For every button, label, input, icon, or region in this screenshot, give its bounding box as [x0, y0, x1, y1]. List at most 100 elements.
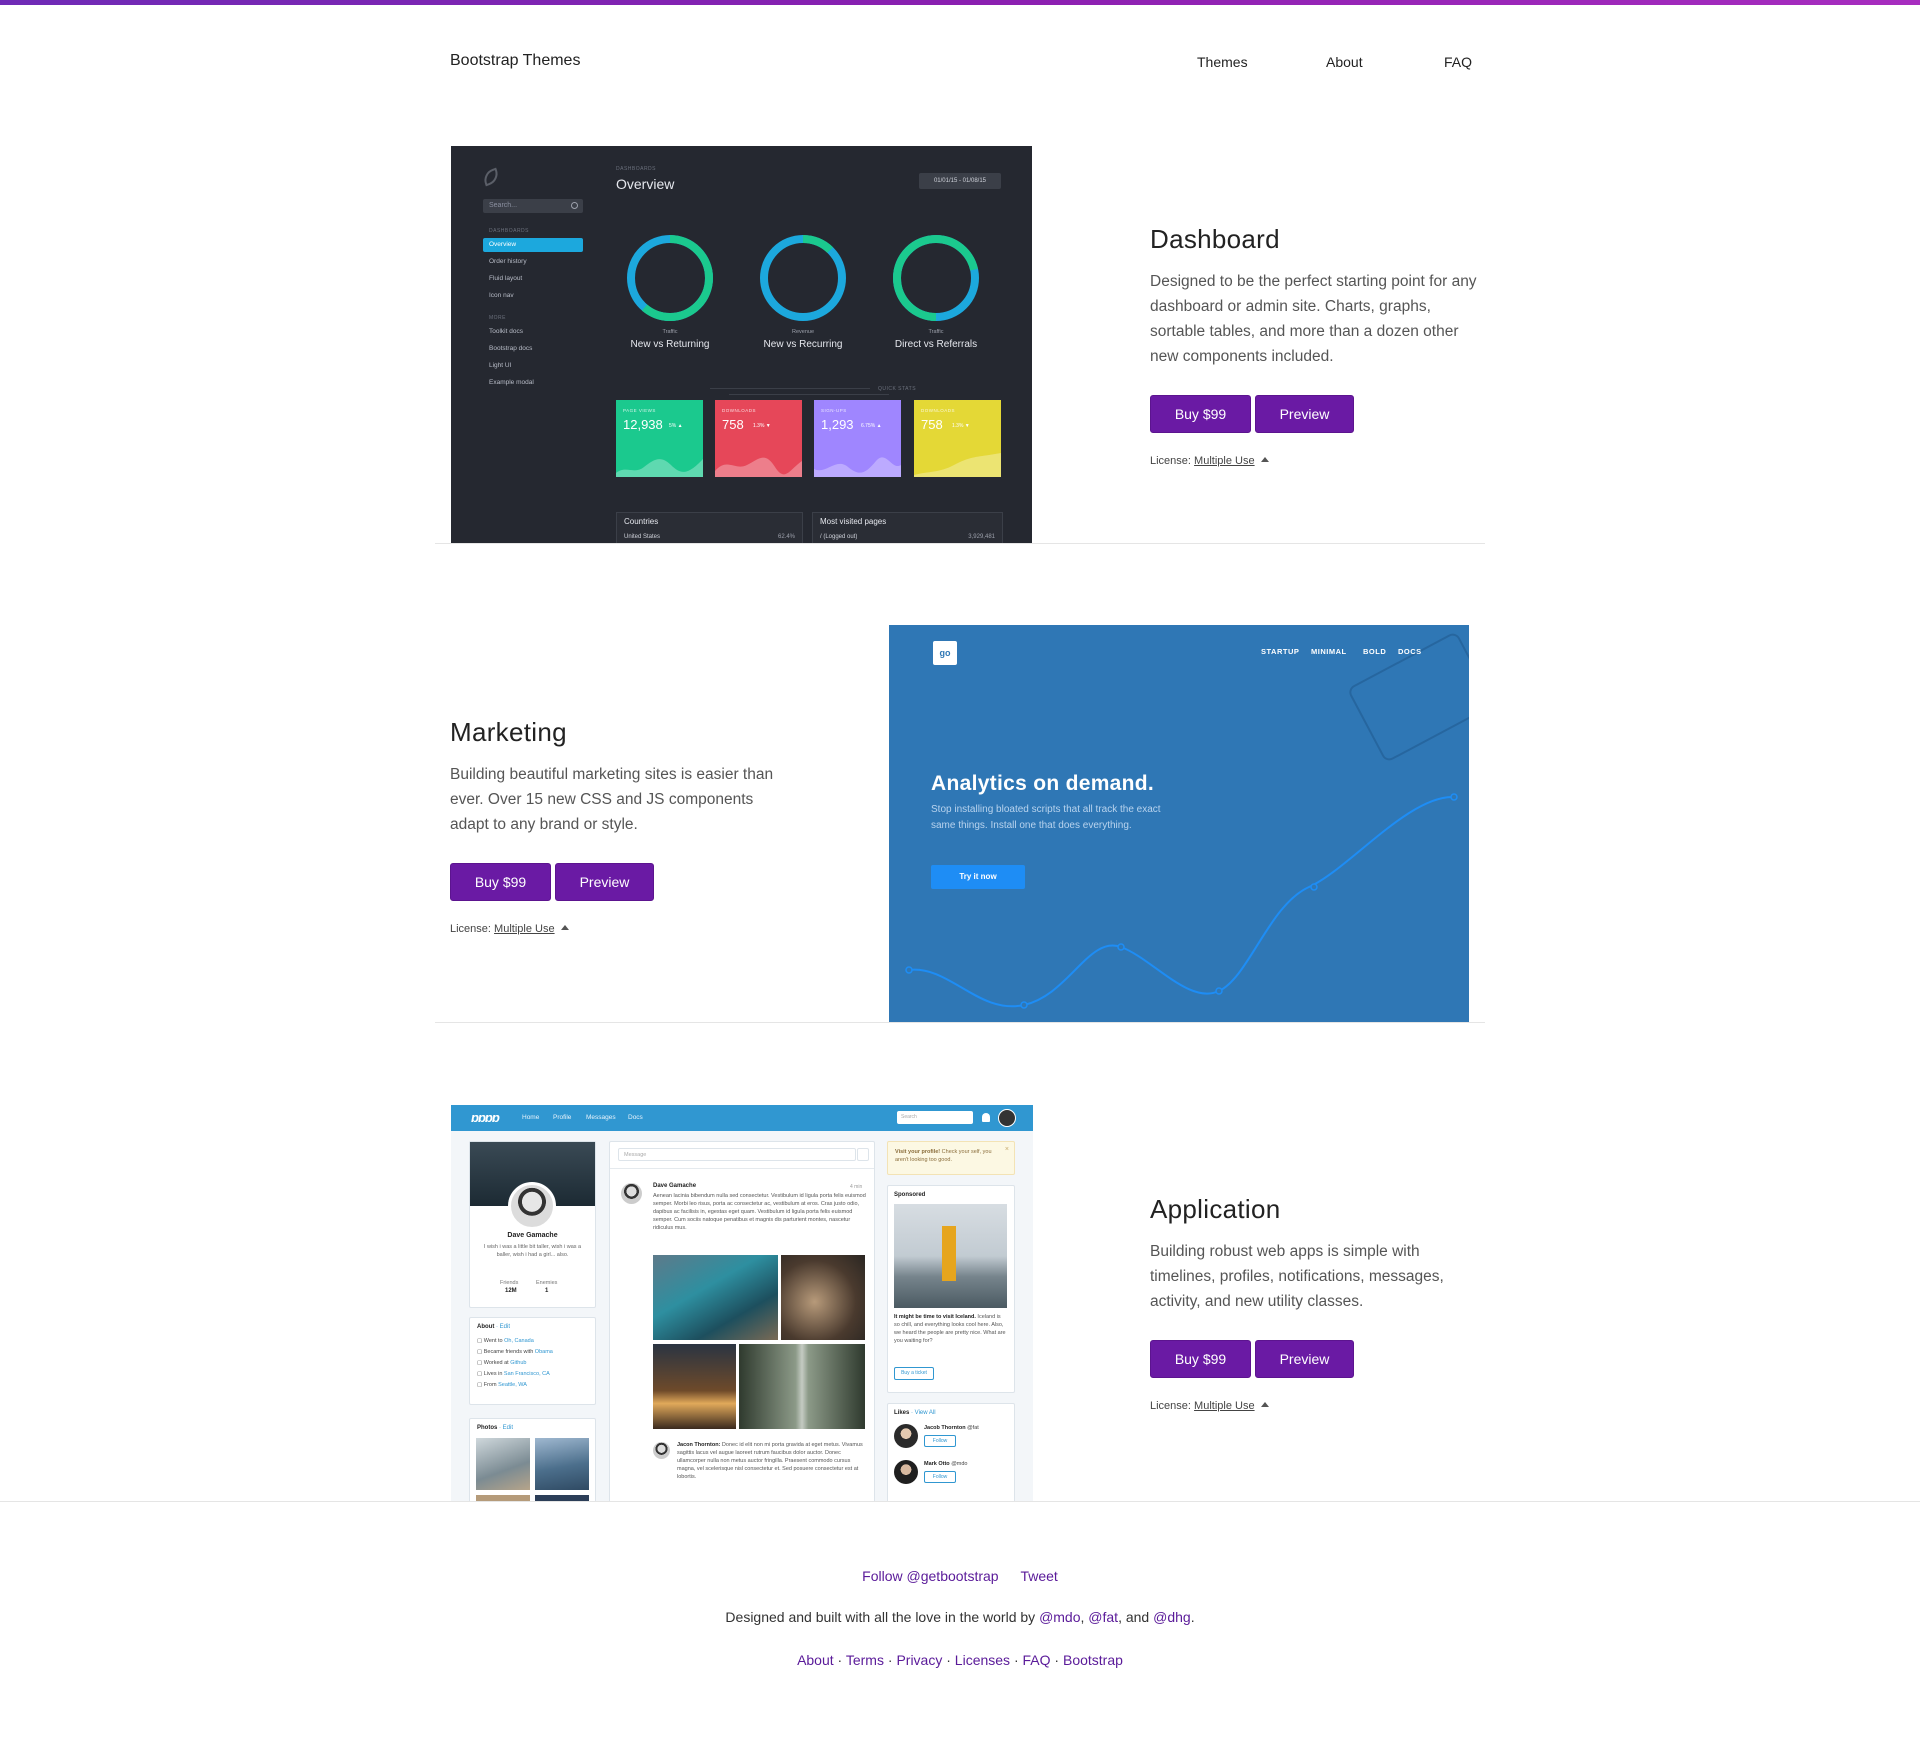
post-author: Dave Gamache: [653, 1183, 697, 1189]
preview-button-marketing[interactable]: Preview: [555, 863, 654, 901]
donut-chart-direct-vs-referrals: [893, 235, 979, 321]
follow-button-jacob: Follow: [924, 1435, 956, 1447]
friends-value: 12M: [505, 1288, 517, 1294]
theme-title-dashboard: Dashboard: [1150, 224, 1280, 254]
footer-link-faq[interactable]: FAQ: [1023, 1652, 1051, 1668]
donut-sub-3: Traffic: [928, 329, 944, 335]
profile-bio: I wish i was a little bit taller, wish i…: [483, 1244, 582, 1258]
follow-button-mark: Follow: [924, 1471, 956, 1483]
footer-link-privacy[interactable]: Privacy: [896, 1652, 942, 1668]
section-divider: [435, 1022, 1485, 1023]
caret-up-icon[interactable]: [1260, 457, 1269, 462]
post-avatar: [621, 1183, 642, 1204]
bell-icon: [982, 1113, 990, 1122]
date-range: 01/01/15 - 01/08/15: [919, 173, 1001, 189]
feed-divider: [610, 1168, 874, 1169]
photo-thumb: [535, 1438, 589, 1490]
buy-button-marketing[interactable]: Buy $99: [450, 863, 551, 901]
sidebar-item-light-ui: Light UI: [489, 362, 512, 369]
stat-card-sign-ups: SIGN-UPS 1,293 6.75% ▲: [814, 400, 901, 477]
follow-link[interactable]: Follow @getbootstrap: [862, 1568, 998, 1584]
enemies-value: 1: [545, 1288, 549, 1294]
app-nav-docs: Docs: [628, 1114, 643, 1121]
fat-link[interactable]: @fat: [1088, 1609, 1118, 1625]
footer-link-bootstrap[interactable]: Bootstrap: [1063, 1652, 1123, 1668]
profile-alert: Visit your profile! Check your self, you…: [887, 1141, 1015, 1175]
caret-up-icon[interactable]: [560, 925, 569, 930]
buy-button-application[interactable]: Buy $99: [1150, 1340, 1251, 1378]
photo-thumb: [476, 1438, 530, 1490]
preview-button-application[interactable]: Preview: [1255, 1340, 1354, 1378]
license-application: License: Multiple Use: [1150, 1400, 1480, 1412]
sidebar-heading-more: MORE: [489, 315, 506, 321]
app-nav-messages: Messages: [586, 1114, 616, 1121]
tweet-link[interactable]: Tweet: [1020, 1568, 1057, 1584]
brand-link[interactable]: Bootstrap Themes: [450, 52, 580, 70]
dhg-link[interactable]: @dhg: [1153, 1609, 1191, 1625]
application-preview-image[interactable]: ɒɒɒɒ Home Profile Messages Docs Search D…: [451, 1105, 1033, 1501]
donut-label-3: Direct vs Referrals: [894, 339, 978, 350]
sidebar-item-fluid-layout: Fluid layout: [489, 275, 523, 282]
app-logo: ɒɒɒɒ: [471, 1110, 500, 1125]
user-avatar: [998, 1109, 1016, 1127]
nav-themes[interactable]: Themes: [1197, 54, 1248, 70]
caret-up-icon[interactable]: [1260, 1402, 1269, 1407]
comment-avatar: [653, 1442, 670, 1459]
donut-chart-new-vs-returning: [627, 235, 713, 321]
sidebar-item-bootstrap-docs: Bootstrap docs: [489, 345, 533, 352]
nav-about[interactable]: About: [1326, 54, 1363, 70]
footer-link-licenses[interactable]: Licenses: [955, 1652, 1010, 1668]
close-icon: ×: [1004, 1146, 1009, 1153]
countries-table: Countries United States 62.4%: [616, 512, 803, 543]
license-select-dashboard[interactable]: Multiple Use: [1194, 455, 1255, 467]
preview-button-dashboard[interactable]: Preview: [1255, 395, 1354, 433]
theme-description-dashboard: Designed to be the perfect starting poin…: [1150, 273, 1477, 365]
post-photo: [781, 1255, 865, 1340]
mdo-link[interactable]: @mdo: [1039, 1609, 1080, 1625]
footer-credit: Designed and built with all the love in …: [725, 1609, 1195, 1625]
footer-link-terms[interactable]: Terms: [846, 1652, 884, 1668]
app-nav-profile: Profile: [553, 1114, 572, 1121]
analytics-line-graph: [905, 793, 1458, 1009]
license-dashboard: License: Multiple Use: [1150, 455, 1480, 467]
donut-label-1: New vs Returning: [630, 339, 710, 350]
post-time: 4 min: [850, 1184, 863, 1190]
marketing-theme-info: Marketing Building beautiful marketing s…: [450, 717, 780, 935]
license-select-application[interactable]: Multiple Use: [1194, 1400, 1255, 1412]
most-visited-table: Most visited pages / (Logged out) 3,929,…: [812, 512, 1003, 543]
app-nav-home: Home: [522, 1114, 540, 1121]
sidebar-item-order-history: Order history: [489, 258, 527, 265]
quick-stats-label: QUICK STATS: [616, 386, 1002, 398]
post-photo: [653, 1255, 778, 1340]
donut-chart-new-vs-recurring: [760, 235, 846, 321]
license-select-marketing[interactable]: Multiple Use: [494, 923, 555, 935]
sidebar-heading-dashboards: DASHBOARDS: [489, 228, 530, 234]
dashboard-preview-image[interactable]: Search... DASHBOARDS Overview Order hist…: [451, 146, 1032, 543]
about-card: About · Edit ▢ Went to Oh, Canada ▢ Beca…: [469, 1317, 596, 1405]
app-search: Search: [897, 1111, 973, 1124]
sponsored-photo: [894, 1204, 1007, 1308]
nav-faq[interactable]: FAQ: [1444, 54, 1472, 70]
license-marketing: License: Multiple Use: [450, 923, 780, 935]
donut-sub-1: Traffic: [662, 329, 678, 335]
buy-button-dashboard[interactable]: Buy $99: [1150, 395, 1251, 433]
search-icon: [571, 202, 578, 209]
profile-name: Dave Gamache: [507, 1232, 558, 1239]
dashboard-theme-info: Dashboard Designed to be the perfect sta…: [1150, 224, 1480, 467]
like-avatar-mark: [894, 1460, 918, 1484]
theme-title-application: Application: [1150, 1194, 1281, 1224]
sidebar-item-example-modal: Example modal: [489, 379, 534, 386]
application-theme-info: Application Building robust web apps is …: [1150, 1194, 1480, 1412]
footer-link-about[interactable]: About: [797, 1652, 834, 1668]
lighthouse: [942, 1226, 956, 1281]
sidebar-item-toolkit-docs: Toolkit docs: [489, 328, 523, 335]
top-accent-bar: [0, 0, 1920, 5]
sponsored-card: Sponsored It might be time to visit Icel…: [887, 1185, 1015, 1393]
friends-label: Friends: [500, 1280, 519, 1286]
photos-card: Photos · Edit: [469, 1418, 596, 1501]
enemies-label: Enemies: [536, 1280, 558, 1286]
dashboard-title: Overview: [616, 176, 675, 192]
marketing-preview-image[interactable]: go STARTUP MINIMAL BOLD DOCS Analytics o…: [889, 625, 1469, 1022]
post-text: Aenean lacinia bibendum nulla sed consec…: [653, 1193, 866, 1231]
about-list: ▢ Went to Oh, Canada ▢ Became friends wi…: [477, 1338, 553, 1388]
